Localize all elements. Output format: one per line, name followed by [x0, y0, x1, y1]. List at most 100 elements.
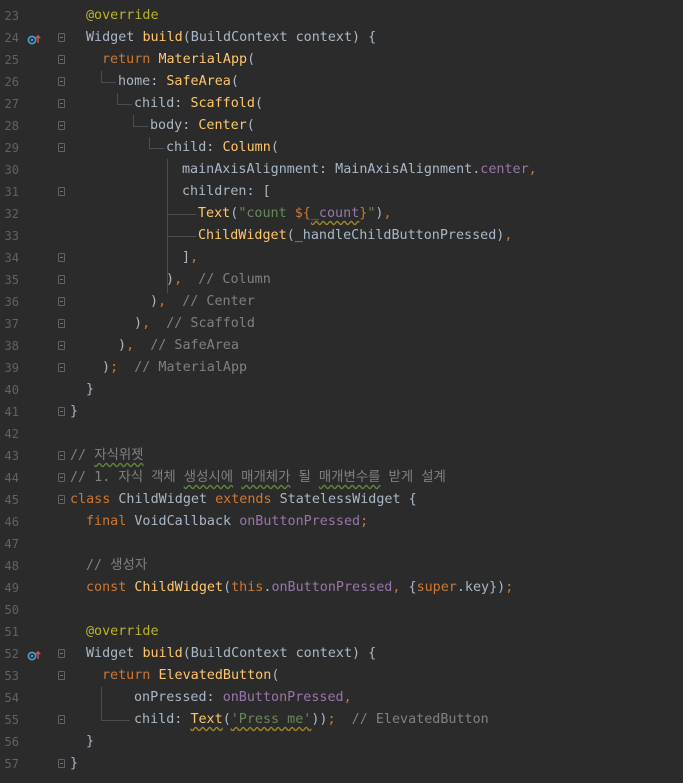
fold-marker-icon[interactable] [58, 495, 65, 504]
code-line[interactable]: 36), // Center [0, 291, 683, 313]
line-number: 38 [4, 339, 19, 353]
fold-marker-icon[interactable] [58, 715, 65, 724]
code-token: // 생성자 [86, 558, 148, 573]
code-token: Column [222, 140, 271, 155]
code-line[interactable]: 46 final VoidCallback onButtonPressed; [0, 511, 683, 533]
code-text: // 자식위젯 [70, 445, 143, 467]
code-line[interactable]: 54 onPressed: onButtonPressed, [0, 687, 683, 709]
code-token: 생성시에 [183, 470, 234, 485]
code-line[interactable]: 42 [0, 423, 683, 445]
code-line[interactable]: 40} [0, 379, 683, 401]
code-line[interactable]: 32 Text("count ${_count}"), [0, 203, 683, 225]
code-line[interactable]: 38), // SafeArea [0, 335, 683, 357]
code-token: mainAxisAlignment: MainAxisAlignment. [182, 162, 481, 177]
code-token: , [343, 690, 352, 705]
fold-marker-icon[interactable] [58, 341, 65, 350]
code-token: , [158, 294, 175, 309]
code-line[interactable]: 44 // 1. 자식 객체 생성시에 매개체가 될 매개변수를 받게 설계 [0, 467, 683, 489]
code-line[interactable]: 53 return ElevatedButton( [0, 665, 683, 687]
code-line[interactable]: 51 @override [0, 621, 683, 643]
code-text: Text("count ${_count}"), [198, 203, 392, 225]
code-line[interactable]: 24 Widget build(BuildContext context) { [0, 27, 683, 49]
override-marker-icon[interactable] [27, 32, 41, 45]
fold-marker-icon[interactable] [58, 319, 65, 328]
code-line[interactable]: 28 body: Center( [0, 115, 683, 137]
line-number: 27 [4, 97, 19, 111]
code-token: center [480, 162, 529, 177]
code-token: ChildWidget [134, 580, 224, 595]
code-line[interactable]: 23 @override [0, 5, 683, 27]
code-token: 받게 설계 [380, 470, 446, 485]
code-token: // SafeArea [142, 338, 239, 353]
fold-marker-icon[interactable] [58, 143, 65, 152]
code-line[interactable]: 34], [0, 247, 683, 269]
code-token: , [392, 580, 409, 595]
fold-marker-icon[interactable] [58, 671, 65, 680]
override-marker-icon[interactable] [27, 648, 41, 661]
fold-marker-icon[interactable] [58, 407, 65, 416]
indent-guide [101, 687, 102, 720]
indent-guide [167, 159, 168, 293]
code-text: return MaterialApp( [102, 49, 255, 71]
fold-marker-icon[interactable] [58, 759, 65, 768]
code-line[interactable]: 30 mainAxisAlignment: MainAxisAlignment.c… [0, 159, 683, 181]
code-line[interactable]: 50 [0, 599, 683, 621]
code-line[interactable]: 52 Widget build(BuildContext context) { [0, 643, 683, 665]
line-number: 30 [4, 163, 19, 177]
code-line[interactable]: 57} [0, 753, 683, 775]
code-text: } [70, 753, 78, 775]
line-number: 28 [4, 119, 19, 133]
code-line[interactable]: 43 // 자식위젯 [0, 445, 683, 467]
code-line[interactable]: 56} [0, 731, 683, 753]
code-token: "count [238, 206, 295, 221]
code-token: 될 [290, 470, 319, 485]
fold-marker-icon[interactable] [58, 649, 65, 658]
code-token: ( [271, 668, 280, 683]
code-token: build [142, 646, 183, 661]
code-line[interactable]: 27 child: Scaffold( [0, 93, 683, 115]
line-number: 42 [4, 427, 19, 441]
code-token: } [86, 382, 95, 397]
code-line[interactable]: 35), // Column [0, 269, 683, 291]
code-line[interactable]: 45 class ChildWidget extends StatelessWid… [0, 489, 683, 511]
fold-marker-icon[interactable] [58, 77, 65, 86]
code-text: } [86, 379, 94, 401]
fold-marker-icon[interactable] [58, 451, 65, 460]
code-text: onPressed: onButtonPressed, [134, 687, 352, 709]
code-token: 'Press me' [230, 712, 312, 727]
fold-marker-icon[interactable] [58, 55, 65, 64]
code-token: ( [223, 580, 232, 595]
code-token: , [190, 250, 199, 265]
fold-marker-icon[interactable] [58, 275, 65, 284]
line-number: 40 [4, 383, 19, 397]
code-token: final [86, 514, 135, 529]
code-line[interactable]: 31 children: [ [0, 181, 683, 203]
code-token: ElevatedButton [158, 668, 272, 683]
fold-marker-icon[interactable] [58, 253, 65, 262]
code-line[interactable]: 41} [0, 401, 683, 423]
code-token: ; [110, 360, 127, 375]
code-token: } [86, 734, 95, 749]
code-token: Text [198, 206, 231, 221]
code-line[interactable]: 39); // MaterialApp [0, 357, 683, 379]
line-number: 25 [4, 53, 19, 67]
code-editor[interactable]: 23 @override 24 Widget build(BuildContext c… [0, 0, 683, 783]
fold-marker-icon[interactable] [58, 121, 65, 130]
code-line[interactable]: 37), // Scaffold [0, 313, 683, 335]
code-text: ], [182, 247, 198, 269]
code-line[interactable]: 49 const ChildWidget(this.onButtonPressed… [0, 577, 683, 599]
code-line[interactable]: 47 [0, 533, 683, 555]
code-line[interactable]: 25 return MaterialApp( [0, 49, 683, 71]
code-line[interactable]: 48 // 생성자 [0, 555, 683, 577]
fold-marker-icon[interactable] [58, 363, 65, 372]
fold-marker-icon[interactable] [58, 187, 65, 196]
code-token: children: [ [182, 184, 271, 199]
code-line[interactable]: 33 ChildWidget(_handleChildButtonPressed)… [0, 225, 683, 247]
code-text: class ChildWidget extends StatelessWidge… [70, 489, 417, 511]
fold-marker-icon[interactable] [58, 473, 65, 482]
fold-marker-icon[interactable] [58, 297, 65, 306]
fold-marker-icon[interactable] [58, 33, 65, 42]
code-line[interactable]: 29 child: Column( [0, 137, 683, 159]
fold-marker-icon[interactable] [58, 99, 65, 108]
